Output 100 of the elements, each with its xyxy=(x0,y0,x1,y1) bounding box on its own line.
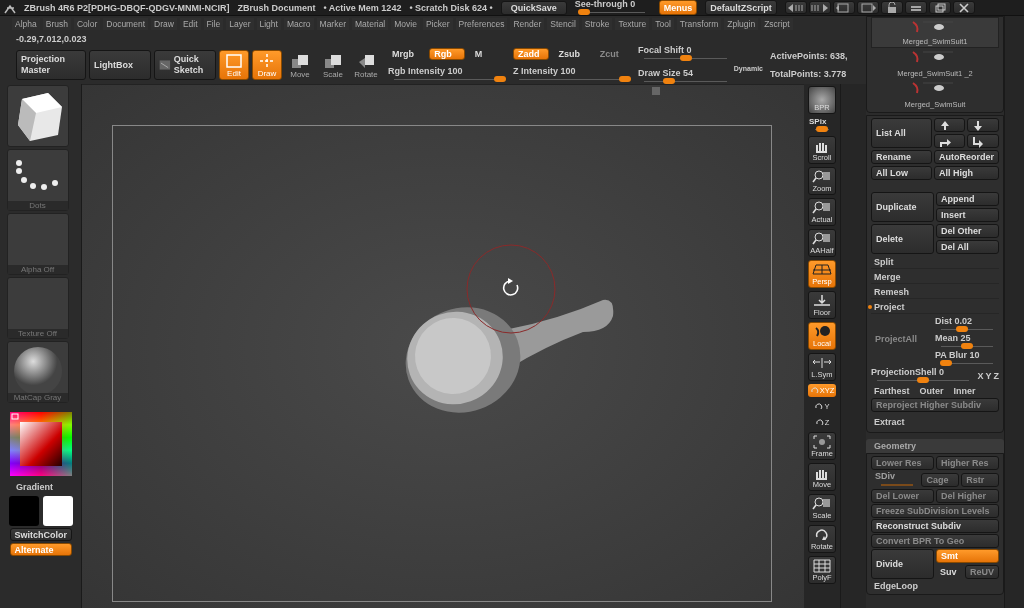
tool-button[interactable]: Move xyxy=(285,50,315,80)
menu-item[interactable]: Marker xyxy=(316,18,349,30)
menu-item[interactable]: Draw xyxy=(151,18,177,30)
rgb-intensity-slider[interactable]: Rgb Intensity 100 xyxy=(388,65,506,83)
slider-thumb[interactable] xyxy=(955,326,968,332)
del-all-button[interactable]: Del All xyxy=(936,240,999,254)
z-intensity-slider[interactable]: Z Intensity 100 xyxy=(513,65,631,83)
lightbox-button[interactable]: LightBox xyxy=(89,50,151,80)
del-other-button[interactable]: Del Other xyxy=(936,224,999,238)
menu-item[interactable]: Transform xyxy=(676,18,722,30)
menu-item[interactable]: Zplugin xyxy=(724,18,759,30)
projection-shell-slider[interactable]: ProjectionShell 0 xyxy=(871,367,976,384)
menu-item[interactable]: Stroke xyxy=(581,18,613,30)
menu-item[interactable]: Movie xyxy=(391,18,420,30)
edgeloop-label[interactable]: EdgeLoop xyxy=(871,580,999,592)
append-button[interactable]: Append xyxy=(936,192,999,206)
window-control-button[interactable] xyxy=(904,1,927,14)
projection-slider[interactable]: PA Blur 10 xyxy=(935,350,999,365)
arrow-button[interactable] xyxy=(934,134,966,148)
window-control-button[interactable] xyxy=(952,1,975,14)
slider-thumb[interactable] xyxy=(679,55,692,61)
color-mode-toggle[interactable]: M xyxy=(470,47,506,60)
panel-scrollbar[interactable] xyxy=(1004,16,1024,608)
geometry-button[interactable]: Reconstruct Subdiv xyxy=(871,519,999,533)
depth-mode-toggle[interactable]: Zsub xyxy=(554,47,590,60)
slider-thumb[interactable] xyxy=(577,9,590,15)
window-control-button[interactable] xyxy=(808,1,831,14)
menu-item[interactable]: Macro xyxy=(283,18,314,30)
default-zscript-button[interactable]: DefaultZScript xyxy=(705,0,777,15)
slider-thumb[interactable] xyxy=(619,75,631,82)
arrow-button[interactable] xyxy=(967,134,999,148)
color-mode-toggle[interactable]: Mrgb xyxy=(388,47,424,60)
canvas-handle[interactable] xyxy=(652,87,660,95)
tool-button[interactable]: Scale xyxy=(318,50,348,80)
window-control-button[interactable] xyxy=(928,1,951,14)
primary-color-swatch[interactable] xyxy=(8,496,39,526)
slider-thumb[interactable] xyxy=(662,78,675,84)
menu-item[interactable]: Texture xyxy=(615,18,650,30)
axis-label[interactable]: X xyxy=(977,370,984,381)
menu-item[interactable]: Alpha xyxy=(12,18,40,30)
thumbnail-tile[interactable] xyxy=(6,85,69,147)
outer-option[interactable]: Outer xyxy=(919,386,944,396)
axis-label[interactable]: Z xyxy=(993,370,999,381)
slider-thumb[interactable] xyxy=(961,343,973,349)
projection-slider[interactable]: Dist 0.02 xyxy=(935,316,999,331)
insert-button[interactable]: Insert xyxy=(936,208,999,222)
menu-item[interactable]: Render xyxy=(510,18,545,30)
projection-master-button[interactable]: Projection Master xyxy=(16,50,86,80)
quick-sketch-button[interactable]: Quick Sketch xyxy=(154,50,216,80)
menu-item[interactable]: Document xyxy=(103,18,149,30)
auto-reorder-button[interactable]: AutoReorder xyxy=(934,150,999,164)
section-header[interactable]: Project xyxy=(871,301,999,314)
window-control-button[interactable] xyxy=(856,1,879,14)
geometry-header[interactable]: Geometry xyxy=(866,439,1004,453)
section-header[interactable]: Remesh xyxy=(871,286,999,299)
focal-shift-slider[interactable]: Focal Shift 0 xyxy=(638,45,733,62)
slider-thumb[interactable] xyxy=(940,360,953,366)
window-control-button[interactable] xyxy=(880,1,903,14)
delete-button[interactable]: Delete xyxy=(871,224,934,254)
duplicate-button[interactable]: Duplicate xyxy=(871,192,934,222)
slider-thumb[interactable] xyxy=(917,377,930,383)
arrow-button[interactable] xyxy=(967,118,999,132)
menu-item[interactable]: Edit xyxy=(179,18,201,30)
menu-item[interactable]: Material xyxy=(352,18,389,30)
menu-item[interactable]: Color xyxy=(73,18,101,30)
arrow-button[interactable] xyxy=(934,118,966,132)
section-header[interactable]: Split xyxy=(871,256,999,269)
window-control-button[interactable] xyxy=(784,1,807,14)
window-control-button[interactable] xyxy=(832,1,855,14)
slider-thumb[interactable] xyxy=(816,126,828,132)
menu-item[interactable]: Stencil xyxy=(547,18,579,30)
secondary-color-swatch[interactable] xyxy=(42,496,73,526)
suv-toggle[interactable]: Suv xyxy=(936,565,963,579)
section-header[interactable]: Merge xyxy=(871,271,999,284)
axis-label[interactable]: Y xyxy=(985,370,992,381)
menu-item[interactable]: Tool xyxy=(652,18,674,30)
see-through-slider[interactable]: See-through 0 xyxy=(574,0,651,15)
menu-item[interactable]: Picker xyxy=(422,18,453,30)
all-low-button[interactable]: All Low xyxy=(871,166,932,180)
farthest-option[interactable]: Farthest xyxy=(874,386,910,396)
menu-item[interactable]: Light xyxy=(256,18,281,30)
inner-option[interactable]: Inner xyxy=(953,386,976,396)
list-all-button[interactable]: List All xyxy=(871,118,932,148)
menu-item[interactable]: File xyxy=(203,18,224,30)
divide-button[interactable]: Divide xyxy=(871,549,934,579)
menu-item[interactable]: Brush xyxy=(42,18,71,30)
extract-label[interactable]: Extract xyxy=(871,414,999,430)
projection-slider[interactable]: Mean 25 xyxy=(935,333,999,348)
all-high-button[interactable]: All High xyxy=(934,166,999,180)
arrow-right-icon xyxy=(809,2,830,14)
slider-thumb[interactable] xyxy=(494,75,506,82)
menu-item[interactable]: Zscript xyxy=(761,18,793,30)
menu-item[interactable]: Layer xyxy=(226,18,254,30)
rename-button[interactable]: Rename xyxy=(871,150,932,164)
spix-slider[interactable]: SPix xyxy=(809,117,835,133)
quicksave-button[interactable]: QuickSave xyxy=(500,0,567,15)
switch-color-button[interactable]: SwitchColor xyxy=(9,528,72,541)
tool-button[interactable]: Rotate xyxy=(351,50,381,80)
menu-item[interactable]: Preferences xyxy=(455,18,508,30)
draw-size-slider[interactable]: Draw Size 54 xyxy=(638,68,733,85)
